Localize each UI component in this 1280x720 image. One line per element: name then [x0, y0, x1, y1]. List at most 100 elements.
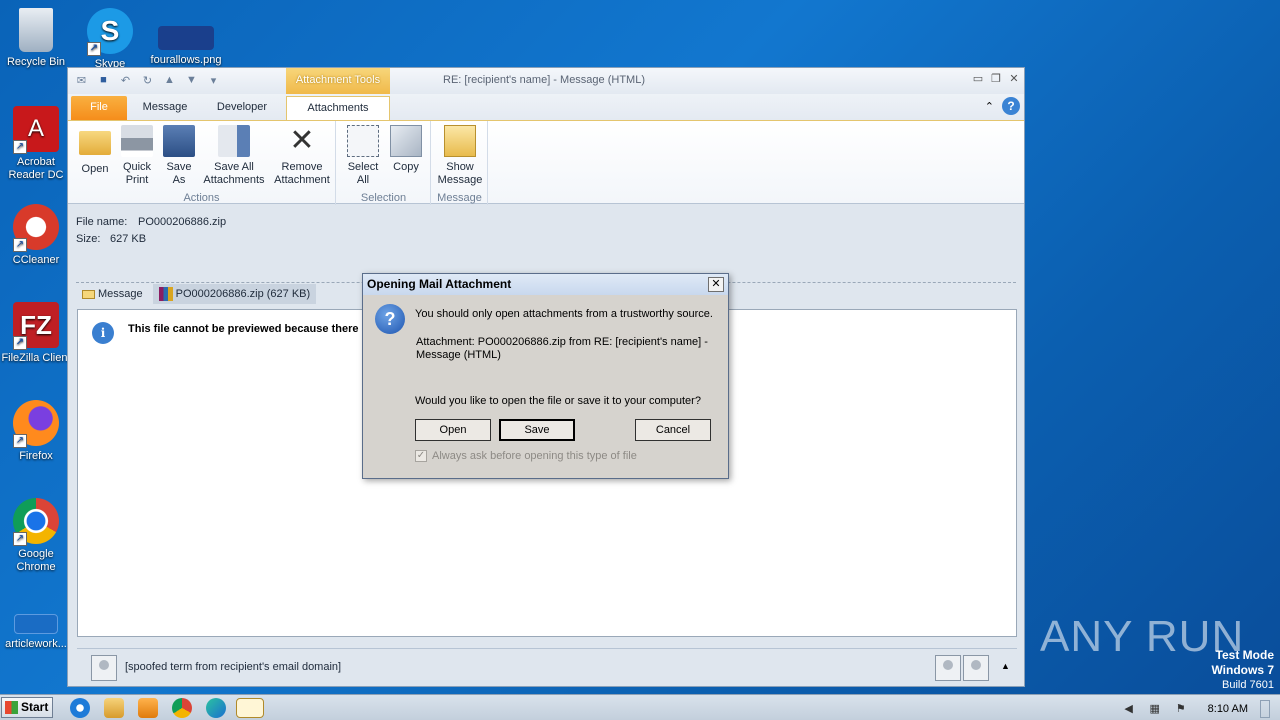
- desktop-icon-firefox[interactable]: ↗ Firefox: [0, 400, 72, 463]
- attachment-file-tab[interactable]: PO000206886.zip (627 KB): [152, 284, 317, 304]
- select-all-button[interactable]: Select All: [343, 125, 383, 187]
- checkbox-checked-icon: ✓: [415, 450, 427, 462]
- tab-file[interactable]: File: [71, 96, 127, 120]
- printer-icon: [121, 125, 153, 157]
- always-ask-checkbox[interactable]: ✓ Always ask before opening this type of…: [415, 450, 637, 462]
- save-all-attachments-button[interactable]: Save All Attachments: [202, 125, 266, 187]
- group-label-actions: Actions: [183, 192, 220, 204]
- desktop-icon-label: Google Chrome: [16, 548, 56, 573]
- ribbon-group-selection: Select All Copy Selection: [337, 121, 431, 205]
- remove-attachment-button[interactable]: ✕ Remove Attachment: [270, 125, 334, 187]
- save-icon[interactable]: ■: [96, 74, 111, 88]
- show-message-icon: [444, 125, 476, 157]
- minimize-icon[interactable]: ▭: [972, 73, 984, 85]
- network-icon[interactable]: ▦: [1148, 702, 1162, 716]
- ribbon-tabs: File Message Developer Attachments ⌃ ?: [68, 94, 1024, 120]
- document-icon: [14, 614, 58, 634]
- dialog-question: Would you like to open the file or save …: [415, 395, 701, 407]
- desktop-icon-document[interactable]: articlework...: [0, 614, 72, 651]
- group-label-selection: Selection: [360, 192, 407, 204]
- help-icon[interactable]: ?: [1002, 97, 1020, 115]
- contact-avatar[interactable]: [963, 655, 989, 681]
- collapse-ribbon-icon[interactable]: ⌃: [985, 100, 994, 113]
- test-mode-notice: Test Mode Windows 7 Build 7601: [1211, 648, 1274, 691]
- windows-logo-icon: [5, 701, 18, 714]
- dialog-title-bar: Opening Mail Attachment ✕: [363, 274, 728, 295]
- undo-icon[interactable]: ↶: [118, 74, 133, 88]
- help-controls: ⌃ ?: [985, 97, 1020, 115]
- ccleaner-icon: ↗: [13, 204, 59, 252]
- edge-icon[interactable]: [206, 698, 226, 718]
- sender-avatar[interactable]: [91, 655, 117, 681]
- restore-icon[interactable]: ❐: [990, 73, 1002, 85]
- select-all-icon: [347, 125, 379, 157]
- outlook-icon[interactable]: [236, 698, 264, 718]
- customize-dropdown-icon[interactable]: ▾: [206, 74, 221, 88]
- shortcut-arrow-icon: ↗: [13, 238, 27, 252]
- recycle-bin-icon: [19, 8, 53, 52]
- desktop-icon-label: fourallows.png: [150, 54, 222, 66]
- down-arrow-icon[interactable]: ▼: [184, 74, 199, 88]
- save-as-button[interactable]: Save As: [160, 125, 198, 187]
- filezilla-icon: FZ ↗: [13, 302, 59, 350]
- window-controls: ▭ ❐ ✕: [972, 73, 1020, 85]
- dialog-close-button[interactable]: ✕: [708, 277, 724, 292]
- open-button[interactable]: Open: [415, 419, 491, 441]
- desktop-icon-skype[interactable]: S ↗ Skype: [74, 8, 146, 71]
- envelope-icon[interactable]: ✉: [74, 74, 89, 88]
- show-message-button[interactable]: Show Message: [436, 125, 484, 187]
- expand-people-pane-icon[interactable]: ▲: [1001, 661, 1010, 671]
- message-tab[interactable]: Message: [76, 284, 149, 304]
- shortcut-arrow-icon: ↗: [13, 434, 27, 448]
- file-name-value: PO000206886.zip: [138, 216, 227, 228]
- group-label-message: Message: [437, 192, 482, 204]
- remove-x-icon: ✕: [289, 124, 315, 157]
- ribbon-group-actions: Open Quick Print Save As Save All Attachmen…: [68, 121, 336, 205]
- media-player-icon[interactable]: [138, 698, 158, 718]
- envelope-icon: [82, 289, 95, 299]
- quick-access-toolbar: ✉ ■ ↶ ↻ ▲ ▼ ▾: [74, 74, 221, 88]
- question-icon: ?: [375, 304, 405, 334]
- file-size-label: Size:: [76, 233, 101, 245]
- desktop-icon-image-file[interactable]: fourallows.png: [150, 8, 222, 67]
- explorer-icon[interactable]: [104, 698, 124, 718]
- show-desktop-button[interactable]: [1260, 700, 1270, 718]
- copy-icon: [390, 125, 422, 157]
- open-button[interactable]: Open: [76, 125, 114, 176]
- start-button[interactable]: Start: [1, 697, 53, 718]
- save-all-attachments-icon: [218, 125, 250, 157]
- file-size-value: 627 KB: [110, 233, 147, 245]
- title-bar: ✉ ■ ↶ ↻ ▲ ▼ ▾ Attachment Tools RE: [reci…: [68, 68, 1024, 94]
- tab-attachments[interactable]: Attachments: [286, 96, 390, 120]
- save-button[interactable]: Save: [499, 419, 575, 441]
- close-icon[interactable]: ✕: [1008, 73, 1020, 85]
- tab-developer[interactable]: Developer: [208, 96, 276, 120]
- redo-icon[interactable]: ↻: [140, 74, 155, 88]
- desktop-icon-label: FileZilla Client: [1, 352, 71, 364]
- chrome-icon[interactable]: [172, 698, 192, 718]
- contact-avatar[interactable]: [935, 655, 961, 681]
- up-arrow-icon[interactable]: ▲: [162, 74, 177, 88]
- desktop-icon-filezilla[interactable]: FZ ↗ FileZilla Client: [0, 302, 72, 365]
- ie-icon[interactable]: [70, 698, 90, 718]
- attachment-tabs: Message PO000206886.zip (627 KB): [76, 284, 317, 304]
- desktop-icon-recycle-bin[interactable]: Recycle Bin: [0, 8, 72, 69]
- desktop-icon-acrobat[interactable]: A ↗ Acrobat Reader DC: [0, 106, 72, 182]
- tab-message[interactable]: Message: [134, 96, 196, 120]
- quick-print-button[interactable]: Quick Print: [118, 125, 156, 187]
- shortcut-arrow-icon: ↗: [87, 42, 101, 56]
- clock[interactable]: 8:10 AM: [1208, 703, 1248, 715]
- desktop-icon-ccleaner[interactable]: ↗ CCleaner: [0, 204, 72, 267]
- speaker-icon[interactable]: ◀: [1122, 702, 1136, 716]
- desktop-icon-label: Recycle Bin: [6, 56, 66, 68]
- shortcut-arrow-icon: ↗: [13, 140, 27, 154]
- copy-button[interactable]: Copy: [387, 125, 425, 174]
- desktop-icon-label: Acrobat Reader DC: [8, 156, 64, 181]
- file-properties: File name: PO000206886.zip Size: 627 KB: [76, 214, 226, 248]
- desktop-icon-chrome[interactable]: ↗ Google Chrome: [0, 498, 72, 574]
- dialog-title: Opening Mail Attachment: [367, 277, 512, 291]
- cancel-button[interactable]: Cancel: [635, 419, 711, 441]
- action-center-flag-icon[interactable]: ⚑: [1174, 702, 1188, 716]
- opening-mail-attachment-dialog: Opening Mail Attachment ✕ ? You should o…: [362, 273, 729, 479]
- image-file-icon: [158, 26, 214, 50]
